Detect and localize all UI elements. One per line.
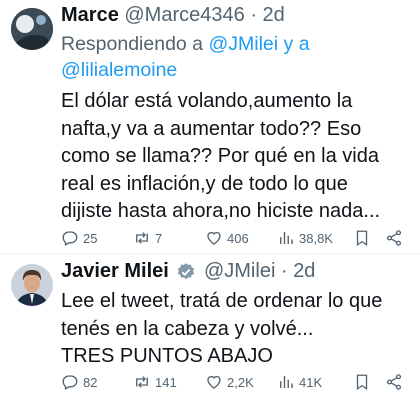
- views-icon: [280, 232, 293, 244]
- tweet-text-line: El dólar está volando,aumento la: [61, 90, 353, 112]
- tweet-javier-milei[interactable]: Javier Milei @JMilei · 2d Lee el tweet, …: [0, 254, 420, 405]
- avatar-javier-milei[interactable]: [11, 264, 53, 306]
- like-icon: [207, 375, 221, 389]
- like-count: 2,2K: [227, 374, 254, 390]
- tweet-actions: 25 7 406 38,8K: [61, 229, 408, 251]
- tweet-text: Lee el tweet, tratá de ordenar lo que te…: [61, 288, 382, 371]
- verified-badge-icon[interactable]: [176, 262, 196, 282]
- tweet-actions: 82 141 2,2K 41K: [61, 373, 408, 395]
- reply-count: 82: [83, 374, 98, 390]
- reply-joiner: y a: [283, 33, 310, 55]
- replying-to: Respondiendo a @JMilei y a @lilialemoine: [61, 31, 310, 83]
- retweet-count: 7: [155, 230, 163, 246]
- like-count: 406: [227, 230, 249, 246]
- share-button[interactable]: [385, 229, 403, 247]
- tweet-text-line: tenés en la cabeza y volvé...: [61, 317, 314, 340]
- share-button[interactable]: [385, 373, 403, 391]
- tweet-text-line: como se llama?? Por qué en la vida: [61, 145, 379, 167]
- display-name[interactable]: Javier Milei: [61, 260, 169, 282]
- separator: ·: [280, 260, 288, 282]
- tweet-header: Javier Milei @JMilei · 2d: [61, 260, 315, 283]
- views-button[interactable]: 38,8K: [277, 229, 333, 247]
- reply-icon: [62, 375, 78, 390]
- views-count: 41K: [299, 374, 323, 390]
- tweet-marce[interactable]: Marce @Marce4346 · 2d Respondiendo a @JM…: [0, 0, 420, 252]
- handle[interactable]: @JMilei: [204, 260, 275, 282]
- bookmark-button[interactable]: [353, 229, 371, 247]
- avatar-marce[interactable]: [11, 8, 53, 50]
- reply-count: 25: [83, 230, 98, 246]
- avatar-image: [11, 8, 53, 50]
- timestamp[interactable]: 2d: [263, 4, 285, 26]
- views-icon: [280, 376, 293, 388]
- reply-button[interactable]: 82: [61, 373, 97, 391]
- retweet-icon: [136, 376, 148, 388]
- reply-mention-lilialemoine[interactable]: @lilialemoine: [61, 59, 177, 81]
- share-icon: [386, 230, 402, 246]
- reply-button[interactable]: 25: [61, 229, 97, 247]
- tweet-text-line: Lee el tweet, tratá de ordenar lo que: [61, 290, 383, 312]
- avatar-image: [11, 264, 53, 306]
- like-button[interactable]: 2,2K: [205, 373, 254, 391]
- bookmark-icon: [356, 230, 368, 247]
- reply-icon: [62, 231, 78, 246]
- display-name[interactable]: Marce: [61, 4, 119, 26]
- tweet-text-line: TRES PUNTOS ABAJO: [61, 345, 273, 367]
- bookmark-icon: [356, 374, 368, 391]
- timestamp[interactable]: 2d: [293, 260, 315, 282]
- retweet-button[interactable]: 7: [133, 229, 162, 247]
- tweet-text-line: nafta,y va a aumentar todo?? Eso: [61, 117, 362, 140]
- share-icon: [386, 374, 402, 390]
- tweet-text-line: dijiste hasta ahora,no hiciste nada...: [61, 200, 381, 222]
- reply-mention-jmilei[interactable]: @JMilei: [208, 33, 278, 55]
- like-button[interactable]: 406: [205, 229, 249, 247]
- handle[interactable]: @Marce4346: [124, 4, 244, 26]
- tweet-header: Marce @Marce4346 · 2d: [61, 4, 285, 27]
- separator: ·: [250, 4, 257, 26]
- tweet-text-line: real es inflación,y de todo lo que: [61, 172, 348, 195]
- like-icon: [207, 231, 221, 245]
- retweet-button[interactable]: 141: [133, 373, 177, 391]
- retweet-icon: [136, 232, 148, 244]
- reply-prefix: Respondiendo a: [61, 33, 204, 55]
- bookmark-button[interactable]: [353, 373, 371, 391]
- tweet-text: El dólar está volando,aumento la nafta,y…: [61, 88, 380, 226]
- views-count: 38,8K: [299, 230, 333, 246]
- views-button[interactable]: 41K: [277, 373, 322, 391]
- retweet-count: 141: [155, 374, 177, 390]
